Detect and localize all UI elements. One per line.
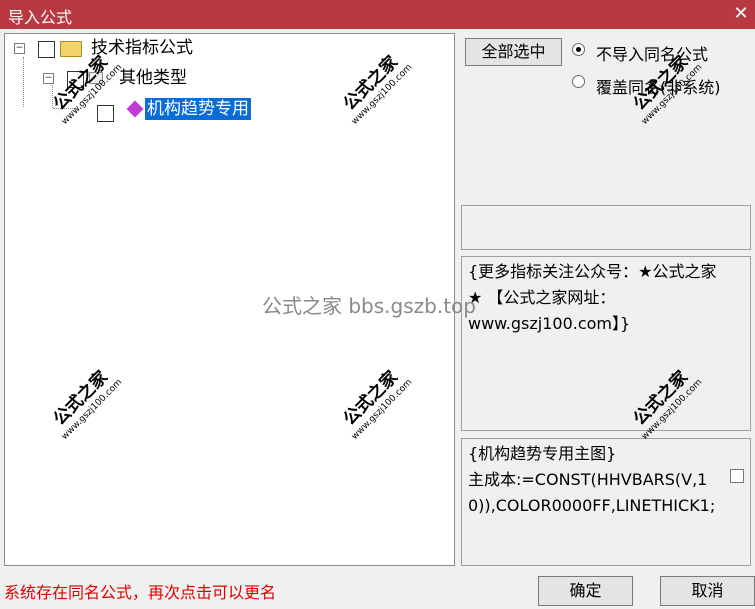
- collapse-icon[interactable]: −: [14, 43, 25, 54]
- folder-icon: [60, 41, 82, 57]
- status-message: 系统存在同名公式，再次点击可以更名: [4, 583, 277, 602]
- window-title: 导入公式: [8, 8, 73, 27]
- source-text: {机构趋势专用主图} 主成本:=CONST(HHVBARS(V,10)),COL…: [468, 444, 716, 515]
- cancel-button[interactable]: 取消: [660, 576, 755, 606]
- description-panel: {更多指标关注公众号：★公式之家★ 【公式之家网址：www.gszj100.co…: [461, 256, 751, 431]
- tree-node-label: 其他类型: [119, 68, 187, 88]
- collapse-icon[interactable]: −: [43, 73, 54, 84]
- ok-button[interactable]: 确定: [538, 576, 633, 606]
- description-text: {更多指标关注公众号：★公式之家★ 【公式之家网址：www.gszj100.co…: [468, 262, 717, 333]
- formula-gem-icon: [126, 100, 144, 118]
- radio-selected-dot: [576, 47, 581, 52]
- source-checkbox[interactable]: [730, 469, 744, 483]
- tree-node-label-selected: 机构趋势专用: [145, 98, 251, 120]
- radio-no-import[interactable]: [572, 43, 585, 56]
- item-checkbox[interactable]: [97, 105, 114, 122]
- source-panel[interactable]: {机构趋势专用主图} 主成本:=CONST(HHVBARS(V,10)),COL…: [461, 438, 751, 566]
- radio-overwrite[interactable]: [572, 75, 585, 88]
- title-bar: 导入公式 ✕: [0, 0, 755, 29]
- tree-node-group[interactable]: − 其他类型: [5, 67, 305, 89]
- tree-node-root[interactable]: − 技术指标公式: [5, 37, 305, 59]
- center-watermark: 公式之家 bbs.gszb.top: [262, 294, 476, 318]
- close-icon[interactable]: ✕: [731, 4, 751, 24]
- root-checkbox[interactable]: [38, 41, 55, 58]
- select-all-button[interactable]: 全部选中: [465, 38, 562, 66]
- empty-panel: [461, 205, 751, 250]
